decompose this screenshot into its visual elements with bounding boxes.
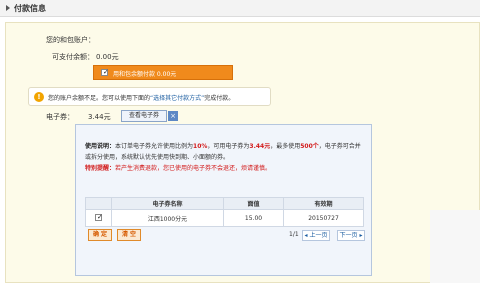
usage-amount: 3.44元 <box>249 143 271 150</box>
balance-pay-option[interactable]: ✓ 用和包余额付款 0.00元 <box>93 65 233 80</box>
account-label: 您的和包账户： <box>46 36 95 44</box>
usage-ratio: 10% <box>193 143 208 150</box>
warning-icon: ! <box>34 92 44 102</box>
notice-text-after: 完成付款。 <box>204 95 235 102</box>
other-payment-link[interactable]: “选择其它付款方式” <box>150 95 204 102</box>
balance-option-text: 用和包余额付款 0.00元 <box>113 71 177 78</box>
insufficient-balance-notice: ! 您的账户余额不足。您可以使用下面的“选择其它付款方式”完成付款。 <box>28 87 271 106</box>
collapse-coupons-button[interactable]: × <box>168 111 178 121</box>
prev-page-button[interactable]: ◂ 上一页 <box>302 230 330 241</box>
coupon-value: 3.44元 <box>88 113 111 121</box>
watermark-overlay <box>430 210 480 283</box>
triangle-right-icon <box>6 5 10 11</box>
row-select-cell[interactable]: ✓ <box>85 209 112 227</box>
coupon-table: 电子券名称 面值 有效期 ✓ 江西1000分元 15.00 20150727 <box>85 197 364 227</box>
page-indicator: 1/1 <box>289 231 299 238</box>
coupon-name: 江西1000分元 <box>111 209 224 227</box>
special-reminder-label: 特别提醒： <box>85 165 116 172</box>
clear-button[interactable]: 清 空 <box>117 229 141 241</box>
coupon-popup: 使用说明：本订单电子券允许使用比例为10%，可用电子券为3.44元，最多使用50… <box>75 124 372 276</box>
coupon-expiry: 20150727 <box>283 209 364 227</box>
column-header-expiry: 有效期 <box>283 197 364 210</box>
section-header: 付款信息 <box>0 0 480 17</box>
usage-heading: 使用说明： <box>85 143 116 150</box>
coupon-checkbox[interactable]: ✓ <box>95 212 103 221</box>
usage-count: 500个 <box>300 143 319 150</box>
special-reminder-text: 若产生消费退款，您已使用的电子券不会退还，烦请谨慎。 <box>115 165 272 172</box>
usage-instructions: 使用说明：本订单电子券允许使用比例为10%，可用电子券为3.44元，最多使用50… <box>85 141 365 174</box>
prev-page-label: 上一页 <box>309 232 328 239</box>
confirm-button[interactable]: 确 定 <box>88 229 112 241</box>
column-header-name: 电子券名称 <box>111 197 224 210</box>
coupon-label: 电子券： <box>46 113 74 121</box>
column-header-value: 面值 <box>223 197 284 210</box>
next-page-label: 下一页 <box>339 232 358 239</box>
check-icon: ✓ <box>97 212 103 221</box>
table-row[interactable]: ✓ 江西1000分元 15.00 20150727 <box>85 209 364 227</box>
check-icon: ✓ <box>103 68 109 76</box>
payment-panel: 您的和包账户： 可支付余额： 0.00元 ✓ 用和包余额付款 0.00元 ! 您… <box>5 22 480 283</box>
usage-text-1: 本订单电子券允许使用比例为 <box>115 143 194 150</box>
payable-label: 可支付余额： <box>52 53 94 61</box>
balance-checkbox[interactable]: ✓ <box>101 68 109 76</box>
payable-value: 0.00元 <box>96 53 119 61</box>
usage-text-2: ，可用电子券为 <box>207 143 250 150</box>
column-header-select <box>85 197 112 210</box>
notice-text: 您的账户余额不足。您可以使用下面的“选择其它付款方式”完成付款。 <box>48 93 234 102</box>
usage-text-3: ，最多使用 <box>270 143 301 150</box>
next-page-button[interactable]: 下一页 ▸ <box>337 230 365 241</box>
table-header-row: 电子券名称 面值 有效期 <box>85 197 364 210</box>
coupon-value-cell: 15.00 <box>223 209 284 227</box>
view-coupons-button[interactable]: 查看电子券 <box>121 110 167 122</box>
section-title: 付款信息 <box>14 4 46 13</box>
notice-text-before: 您的账户余额不足。您可以使用下面的 <box>48 95 151 102</box>
